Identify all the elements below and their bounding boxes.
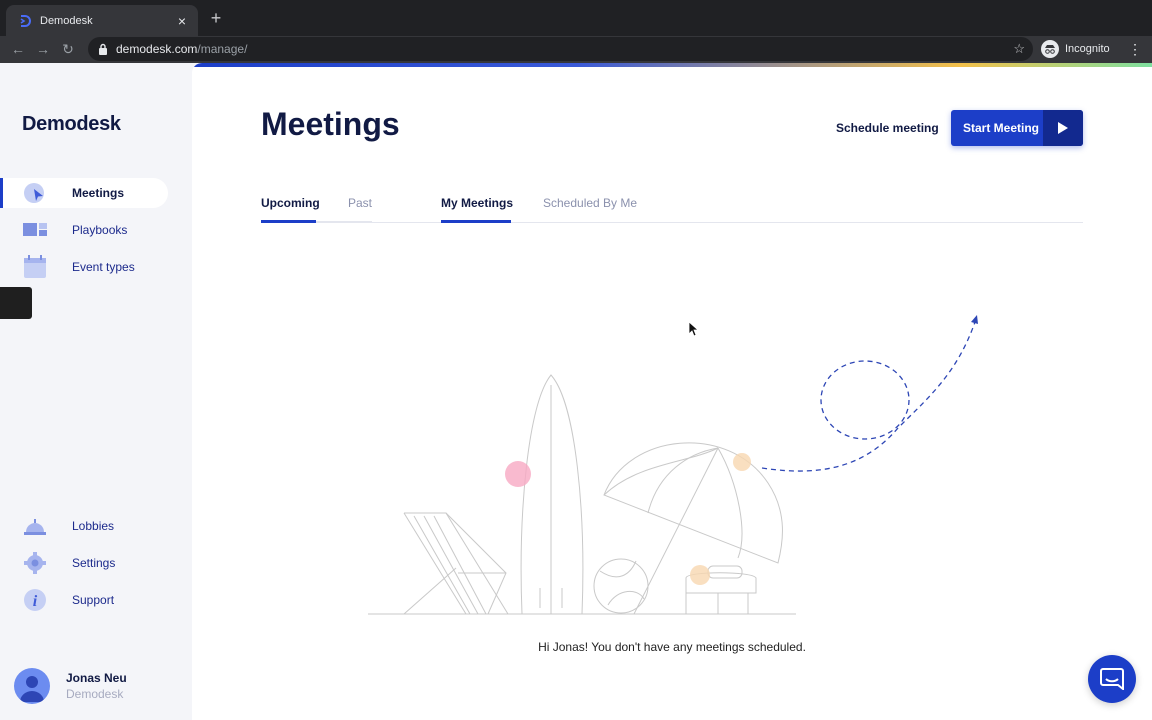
sidebar-item-event-types[interactable]: Event types (0, 252, 168, 282)
sidebar-item-meetings[interactable]: Meetings (0, 178, 168, 208)
forward-icon[interactable]: → (33, 39, 53, 59)
peach-dot (733, 453, 751, 471)
sidebar-item-settings[interactable]: Settings (0, 548, 168, 578)
page-title: Meetings (261, 106, 400, 142)
tab-past[interactable]: Past (348, 196, 372, 220)
calendar-icon (24, 255, 46, 278)
user-profile[interactable]: Jonas Neu Demodesk (14, 668, 184, 708)
collapsed-panel-tab[interactable] (0, 287, 32, 319)
tab-group-underline (316, 221, 372, 223)
bell-icon (24, 519, 46, 535)
back-icon[interactable]: ← (8, 39, 28, 59)
demodesk-logo[interactable]: Demodesk (22, 113, 121, 136)
play-icon (1043, 110, 1083, 146)
new-tab-icon[interactable]: + (207, 9, 225, 27)
browser-tab[interactable]: Demodesk × (6, 5, 198, 36)
user-name: Jonas Neu (66, 671, 127, 685)
sidebar-item-label: Settings (72, 556, 116, 570)
lock-icon (99, 43, 107, 55)
tab-scheduled-by-me[interactable]: Scheduled By Me (543, 196, 637, 220)
tab-upcoming-underline (261, 220, 316, 223)
mouse-pointer-icon (689, 322, 699, 337)
browser-menu-icon[interactable]: ⋮ (1128, 39, 1142, 59)
close-tab-icon[interactable]: × (174, 13, 190, 29)
sidebar-item-lobbies[interactable]: Lobbies (0, 511, 168, 541)
user-organization: Demodesk (66, 687, 124, 701)
tab-my-meetings-underline (441, 220, 511, 223)
browser-tab-strip: Demodesk × + (0, 0, 1152, 36)
pink-dot (505, 461, 531, 487)
playbooks-icon (23, 223, 47, 236)
beach-illustration (368, 315, 978, 615)
demodesk-favicon-icon (20, 14, 31, 27)
empty-state-text: Hi Jonas! You don't have any meetings sc… (538, 640, 806, 654)
meetings-icon (24, 183, 44, 203)
main-panel: Meetings Schedule meeting Start Meeting … (192, 63, 1152, 720)
sidebar-item-label: Meetings (72, 186, 125, 200)
start-meeting-label: Start Meeting (963, 121, 1040, 135)
chat-icon (1100, 668, 1124, 690)
avatar (14, 668, 50, 704)
sidebar-item-support[interactable]: i Support (0, 585, 168, 615)
sidebar-item-playbooks[interactable]: Playbooks (0, 215, 168, 245)
reload-icon[interactable]: ↻ (58, 39, 78, 59)
bookmark-star-icon[interactable]: ☆ (1013, 41, 1025, 57)
browser-toolbar: ← → ↻ demodesk.com/manage/ ☆ Incognito ⋮ (0, 36, 1152, 63)
top-gradient-bar (192, 63, 1152, 67)
sidebar-item-label: Playbooks (72, 223, 128, 237)
tab-my-meetings[interactable]: My Meetings (441, 196, 513, 220)
address-bar[interactable]: demodesk.com/manage/ ☆ (88, 37, 1033, 61)
info-icon: i (24, 589, 46, 611)
sidebar: Demodesk Meetings Playbooks Event types (0, 63, 192, 720)
url-path: /manage/ (197, 42, 248, 56)
chat-launcher-button[interactable] (1088, 655, 1136, 703)
svg-text:i: i (33, 593, 38, 610)
start-meeting-button[interactable]: Start Meeting (951, 110, 1083, 146)
sidebar-item-label: Event types (72, 260, 135, 274)
orange-dot (690, 565, 710, 585)
sidebar-item-label: Lobbies (72, 519, 115, 533)
tab-upcoming[interactable]: Upcoming (261, 196, 320, 220)
empty-state-message: Hi Jonas! You don't have any meetings sc… (192, 640, 1152, 654)
incognito-label: Incognito (1065, 43, 1110, 55)
tabs-divider (261, 222, 1083, 223)
incognito-icon (1041, 40, 1059, 58)
browser-tab-title: Demodesk (40, 14, 93, 27)
gear-icon (24, 552, 46, 574)
url-host: demodesk.com (116, 42, 198, 56)
incognito-indicator[interactable]: Incognito (1041, 39, 1110, 59)
sidebar-item-label: Support (72, 593, 115, 607)
schedule-meeting-link[interactable]: Schedule meeting (836, 121, 939, 135)
